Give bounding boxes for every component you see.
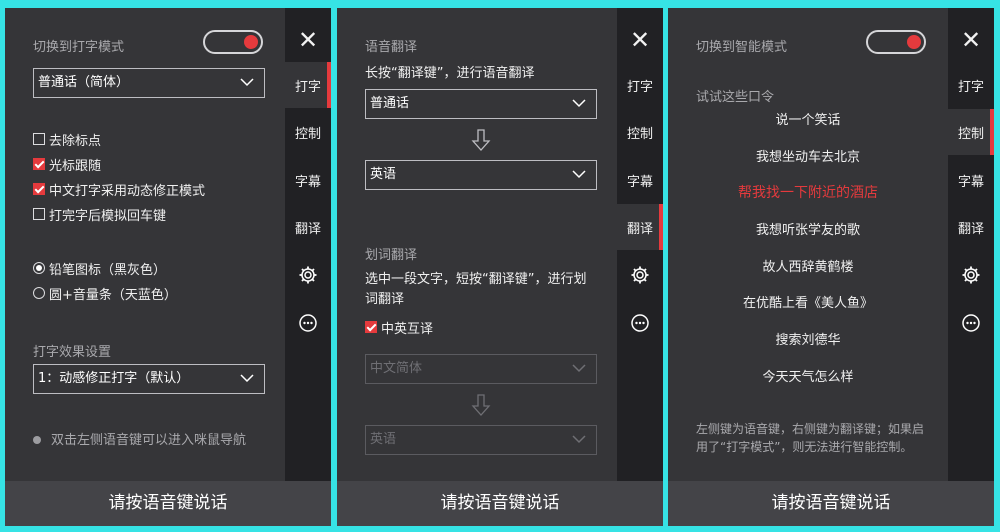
option-checkbox-2[interactable] [33, 183, 45, 195]
word-source-select[interactable]: 中文简体 [365, 354, 597, 384]
tab-control[interactable]: 控制 [285, 109, 331, 155]
tip-bullet [33, 436, 41, 444]
word-target-value: 英语 [370, 432, 397, 447]
source-language-value: 普通话 [370, 96, 410, 111]
mode-toggle[interactable] [203, 30, 263, 54]
command-item: 我想坐动车去北京 [755, 150, 860, 165]
translate-panel: 语音翻译 长按“翻译键”，进行语音翻译 普通话 英语 划词翻译 选中一段文字，短… [337, 8, 663, 526]
key-note: 左侧键为语音键，右侧键为翻译键；如果启用了“打字模式”，则无法进行智能控制。 [696, 422, 925, 454]
sidebar: ✕ 打字 控制 字幕 翻译 [948, 8, 994, 481]
radio-volume-bar[interactable] [33, 287, 45, 299]
chevron-down-icon [572, 99, 586, 108]
voice-translate-title: 语音翻译 [365, 40, 418, 55]
command-item: 说一个笑话 [775, 113, 841, 128]
tab-typing[interactable]: 打字 [948, 62, 994, 108]
chevron-down-icon [572, 170, 586, 179]
mode-switch-label: 切换到打字模式 [33, 40, 125, 55]
option-label-0: 去除标点 [49, 134, 102, 149]
command-item: 今天天气怎么样 [762, 370, 854, 385]
tab-control[interactable]: 控制 [617, 109, 663, 155]
tab-translate[interactable]: 翻译 [617, 204, 663, 250]
smart-mode-panel: 切换到智能模式 试试这些口令 说一个笑话 我想坐动车去北京 帮我找一下附近的酒店… [668, 8, 994, 526]
radio-label-1: 圆+音量条（天蓝色） [49, 288, 177, 303]
gear-icon[interactable] [285, 263, 331, 287]
chat-icon[interactable] [285, 311, 331, 335]
tab-translate[interactable]: 翻译 [285, 204, 331, 250]
option-checkbox-3[interactable] [33, 208, 45, 220]
mode-toggle[interactable] [866, 30, 926, 54]
sidebar: ✕ 打字 控制 字幕 翻译 [285, 8, 331, 481]
source-language-select[interactable]: 普通话 [365, 89, 597, 119]
cn-en-label: 中英互译 [381, 322, 434, 337]
option-label-1: 光标跟随 [49, 159, 102, 174]
tab-subtitle[interactable]: 字幕 [948, 157, 994, 203]
command-item: 在优酷上看《美人鱼》 [742, 296, 873, 311]
chat-icon[interactable] [617, 311, 663, 335]
tab-typing[interactable]: 打字 [617, 62, 663, 108]
gear-icon[interactable] [948, 263, 994, 287]
language-select[interactable]: 普通话（简体） [33, 68, 265, 98]
option-checkbox-0[interactable] [33, 133, 45, 145]
sidebar: ✕ 打字 控制 字幕 翻译 [617, 8, 663, 481]
target-language-value: 英语 [370, 167, 397, 182]
option-label-2: 中文打字采用动态修正模式 [49, 184, 206, 199]
close-icon[interactable]: ✕ [285, 28, 331, 52]
option-label-3: 打完字后模拟回车键 [49, 209, 167, 224]
voice-key-footer[interactable]: 请按语音键说话 [5, 481, 331, 526]
command-item-highlighted: 帮我找一下附近的酒店 [738, 185, 878, 201]
close-icon[interactable]: ✕ [617, 28, 663, 52]
try-commands-label: 试试这些口令 [696, 90, 775, 105]
mode-switch-label: 切换到智能模式 [696, 40, 788, 55]
command-item: 故人西辞黄鹤楼 [762, 260, 854, 275]
word-translate-title: 划词翻译 [365, 248, 418, 263]
chevron-down-icon [240, 78, 254, 87]
chevron-down-icon [572, 435, 586, 444]
gear-icon[interactable] [617, 263, 663, 287]
tab-control[interactable]: 控制 [948, 109, 994, 155]
word-translate-desc: 选中一段文字，短按“翻译键”，进行划词翻译 [365, 272, 587, 307]
chevron-down-icon [572, 364, 586, 373]
voice-key-footer[interactable]: 请按语音键说话 [668, 481, 994, 526]
word-target-select[interactable]: 英语 [365, 425, 597, 455]
effect-label: 打字效果设置 [33, 345, 112, 360]
toggle-knob [244, 35, 258, 49]
tab-subtitle[interactable]: 字幕 [285, 157, 331, 203]
cn-en-checkbox[interactable] [365, 321, 377, 333]
tab-translate[interactable]: 翻译 [948, 204, 994, 250]
effect-select[interactable]: 1：动感修正打字（默认） [33, 364, 265, 394]
word-source-value: 中文简体 [370, 361, 423, 376]
chat-icon[interactable] [948, 311, 994, 335]
radio-pencil-icon[interactable] [33, 262, 45, 274]
language-select-value: 普通话（简体） [38, 75, 130, 90]
target-language-select[interactable]: 英语 [365, 160, 597, 190]
effect-select-value: 1：动感修正打字（默认） [38, 371, 190, 386]
radio-label-0: 铅笔图标（黑灰色） [49, 263, 167, 278]
tab-subtitle[interactable]: 字幕 [617, 157, 663, 203]
voice-key-footer[interactable]: 请按语音键说话 [337, 481, 663, 526]
voice-translate-desc: 长按“翻译键”，进行语音翻译 [365, 66, 535, 81]
tab-typing[interactable]: 打字 [285, 62, 331, 108]
toggle-knob [907, 35, 921, 49]
option-checkbox-1[interactable] [33, 158, 45, 170]
command-item: 搜索刘德华 [775, 333, 841, 348]
close-icon[interactable]: ✕ [948, 28, 994, 52]
tip-text: 双击左侧语音键可以进入咪鼠导航 [51, 433, 247, 448]
arrow-down-icon [471, 394, 491, 416]
chevron-down-icon [240, 374, 254, 383]
command-item: 我想听张学友的歌 [755, 223, 860, 238]
arrow-down-icon [471, 129, 491, 151]
typing-mode-panel: 切换到打字模式 普通话（简体） 去除标点 光标跟随 中文打字采用动态修正模式 打… [5, 8, 331, 526]
